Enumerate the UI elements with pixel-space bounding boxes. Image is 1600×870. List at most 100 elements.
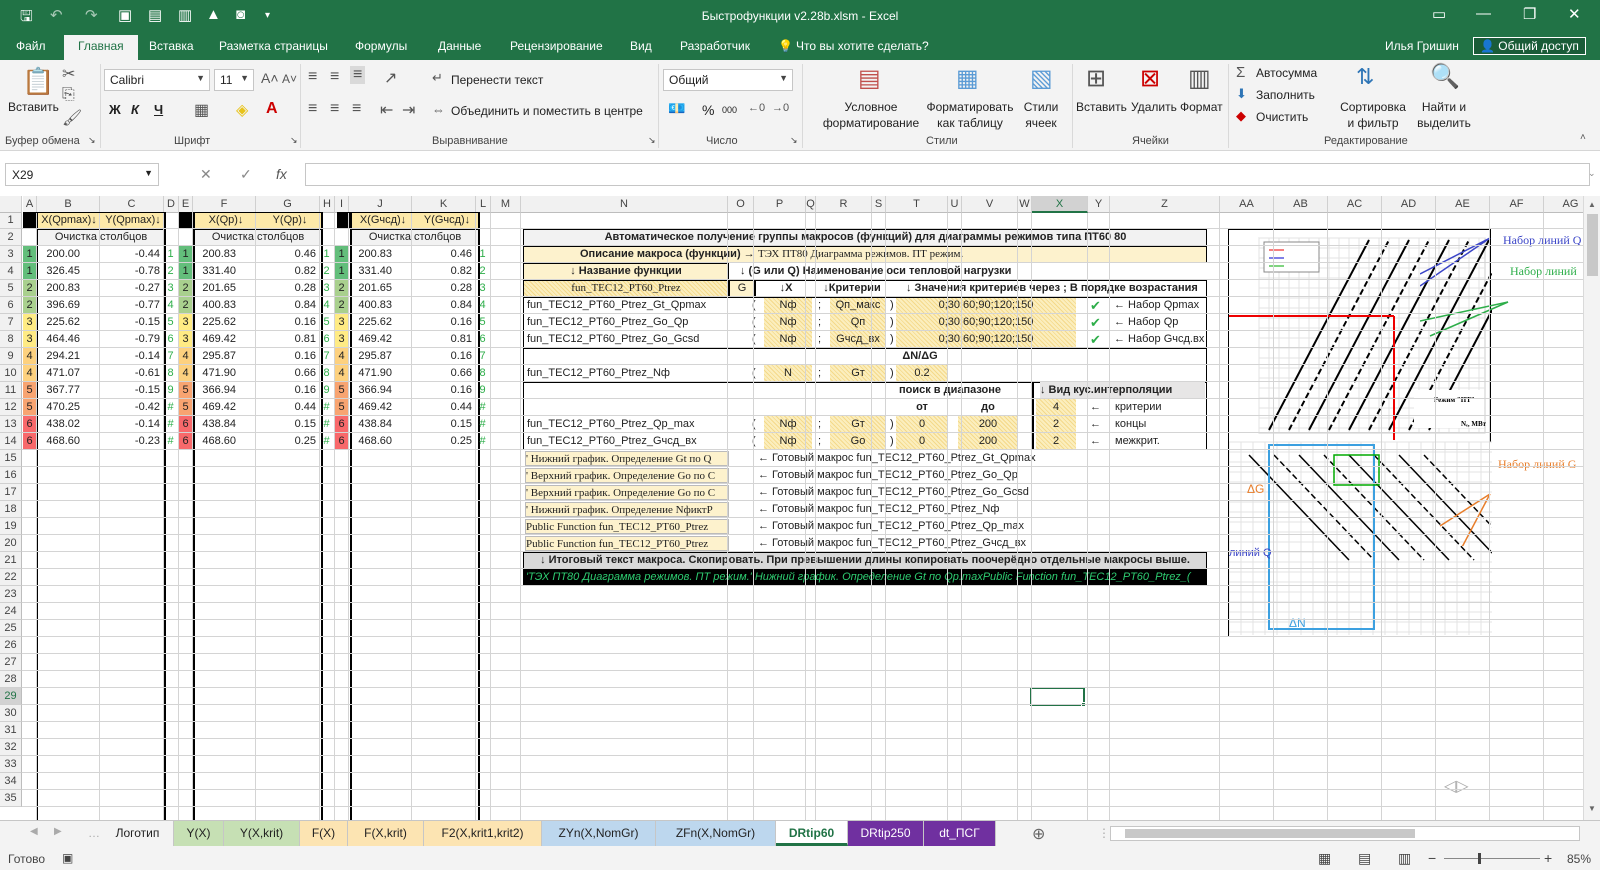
percent-button[interactable]: %: [702, 102, 714, 118]
block2-x-cell[interactable]: 471.90: [193, 365, 236, 382]
sort-filter-icon[interactable]: ⇅: [1356, 64, 1374, 90]
range-from[interactable]: 0: [896, 416, 948, 433]
formula-input[interactable]: [305, 163, 1590, 186]
row-header-29[interactable]: 29: [0, 688, 22, 705]
block1-x-cell[interactable]: 468.60: [37, 433, 80, 450]
row-header-33[interactable]: 33: [0, 756, 22, 773]
row-header-20[interactable]: 20: [0, 535, 22, 552]
row-header-14[interactable]: 14: [0, 433, 22, 450]
block1-y-cell[interactable]: -0.42: [100, 399, 160, 416]
block2-y-cell[interactable]: 0.84: [256, 297, 316, 314]
block1-x-cell[interactable]: 200.83: [37, 280, 80, 297]
tab-yx[interactable]: Y(X): [174, 821, 224, 846]
tab-insert[interactable]: Вставка: [149, 39, 194, 53]
row-header-35[interactable]: 35: [0, 790, 22, 807]
scroll-down-icon[interactable]: ▼: [1588, 804, 1596, 813]
block3-y-cell[interactable]: 0.44: [412, 399, 472, 416]
row-header-12[interactable]: 12: [0, 399, 22, 416]
macro-code-cell[interactable]: ' Нижний график. Определение NфиктР: [525, 502, 729, 517]
block2-y-cell[interactable]: 0.16: [256, 348, 316, 365]
select-all-corner[interactable]: [0, 196, 22, 213]
block2-y-cell[interactable]: 0.46: [256, 246, 316, 263]
grow-font-icon[interactable]: A˄: [261, 70, 279, 86]
block2-x-cell[interactable]: 438.84: [193, 416, 236, 433]
block2-x-cell[interactable]: 469.42: [193, 331, 236, 348]
block1-x-cell[interactable]: 471.07: [37, 365, 80, 382]
block1-x-cell[interactable]: 200.00: [37, 246, 80, 263]
clear-button[interactable]: Очистить: [1256, 110, 1308, 124]
zoom-in-icon[interactable]: +: [1544, 850, 1552, 866]
block1-x-cell[interactable]: 367.77: [37, 382, 80, 399]
cell-styles-icon[interactable]: ▧: [1030, 64, 1053, 93]
block2-clear-button[interactable]: Очистка столбцов: [194, 229, 322, 246]
expand-formula-icon[interactable]: ⌄: [1588, 168, 1596, 179]
block3-x-cell[interactable]: 201.65: [349, 280, 392, 297]
conditional-formatting-icon[interactable]: ▤: [858, 64, 881, 93]
cut-icon[interactable]: ✂: [62, 64, 75, 84]
block1-y-cell[interactable]: -0.61: [100, 365, 160, 382]
italic-button[interactable]: К: [131, 102, 139, 117]
tab-drtip60[interactable]: DRtip60: [776, 821, 848, 846]
column-header-D[interactable]: D: [164, 196, 179, 213]
column-header-P[interactable]: P: [754, 196, 806, 213]
block2-y-cell[interactable]: 0.25: [256, 433, 316, 450]
row-header-30[interactable]: 30: [0, 705, 22, 722]
block3-y-cell[interactable]: 0.16: [412, 348, 472, 365]
fname-value[interactable]: fun_TEC12_PT60_Ptrez: [523, 280, 729, 297]
maximize-icon[interactable]: ❐: [1523, 5, 1536, 23]
row-header-15[interactable]: 15: [0, 450, 22, 467]
copy-icon[interactable]: ⎘: [62, 86, 75, 104]
tab-fx[interactable]: F(X): [300, 821, 348, 846]
row-header-2[interactable]: 2: [0, 229, 22, 246]
block1-y-cell[interactable]: -0.14: [100, 416, 160, 433]
find-select-line2[interactable]: выделить: [1414, 116, 1474, 130]
share-button[interactable]: 👤 Общий доступ: [1473, 37, 1586, 55]
sort-filter-line1[interactable]: Сортировка: [1338, 100, 1408, 114]
block2-x-cell[interactable]: 295.87: [193, 348, 236, 365]
font-name-combo[interactable]: Calibri ▼: [104, 69, 210, 91]
block3-y-cell[interactable]: 0.16: [412, 314, 472, 331]
column-header-AE[interactable]: AE: [1436, 196, 1490, 213]
row-header-24[interactable]: 24: [0, 603, 22, 620]
cell-styles-line1[interactable]: Стили: [1018, 100, 1064, 114]
fill-icon[interactable]: ⬇: [1236, 86, 1247, 102]
indent-increase-icon[interactable]: ⇥: [402, 100, 415, 120]
column-header-Q[interactable]: Q: [806, 196, 816, 213]
row-header-3[interactable]: 3: [0, 246, 22, 263]
column-header-AB[interactable]: AB: [1274, 196, 1328, 213]
block1-y-cell[interactable]: -0.78: [100, 263, 160, 280]
block1-y-cell[interactable]: -0.77: [100, 297, 160, 314]
block3-y-cell[interactable]: 0.15: [412, 416, 472, 433]
format-cells-button[interactable]: Формат: [1180, 100, 1223, 114]
row-header-19[interactable]: 19: [0, 518, 22, 535]
block1-x-cell[interactable]: 470.25: [37, 399, 80, 416]
column-header-N[interactable]: N: [521, 196, 728, 213]
row-header-22[interactable]: 22: [0, 569, 22, 586]
macro-desc-value[interactable]: ТЭХ ПТ80 Диаграмма режимов. ПТ режим.: [758, 246, 1008, 263]
column-header-Y[interactable]: Y: [1088, 196, 1110, 213]
tab-home[interactable]: Главная: [64, 35, 138, 60]
block3-x-cell[interactable]: 331.40: [349, 263, 392, 280]
interp-k[interactable]: 2: [1036, 416, 1076, 433]
block2-y-cell[interactable]: 0.44: [256, 399, 316, 416]
column-header-K[interactable]: K: [412, 196, 476, 213]
row-header-13[interactable]: 13: [0, 416, 22, 433]
font-size-combo[interactable]: 11 ▼: [214, 69, 254, 91]
tab-splitter-icon[interactable]: ⋮: [1098, 826, 1110, 840]
nf-val[interactable]: 0.2: [896, 365, 948, 382]
block2-y-cell[interactable]: 0.16: [256, 314, 316, 331]
align-center-icon[interactable]: ≡: [330, 100, 339, 118]
row-header-28[interactable]: 28: [0, 671, 22, 688]
tab-zfn[interactable]: ZFn(X,NomGr): [656, 821, 776, 846]
align-bottom-icon[interactable]: ≡: [350, 66, 366, 84]
block3-y-cell[interactable]: 0.84: [412, 297, 472, 314]
row-header-16[interactable]: 16: [0, 467, 22, 484]
tell-me-search[interactable]: Что вы хотите сделать?: [796, 39, 929, 53]
column-header-AG[interactable]: AG: [1544, 196, 1583, 213]
format-cells-icon[interactable]: ▥: [1188, 64, 1211, 93]
row-header-32[interactable]: 32: [0, 739, 22, 756]
zoom-slider-thumb[interactable]: [1478, 853, 1481, 864]
tab-page-layout[interactable]: Разметка страницы: [219, 39, 328, 53]
column-header-C[interactable]: C: [100, 196, 164, 213]
macro-code-cell[interactable]: ' Верхний график. Определение Go по C: [525, 485, 729, 500]
